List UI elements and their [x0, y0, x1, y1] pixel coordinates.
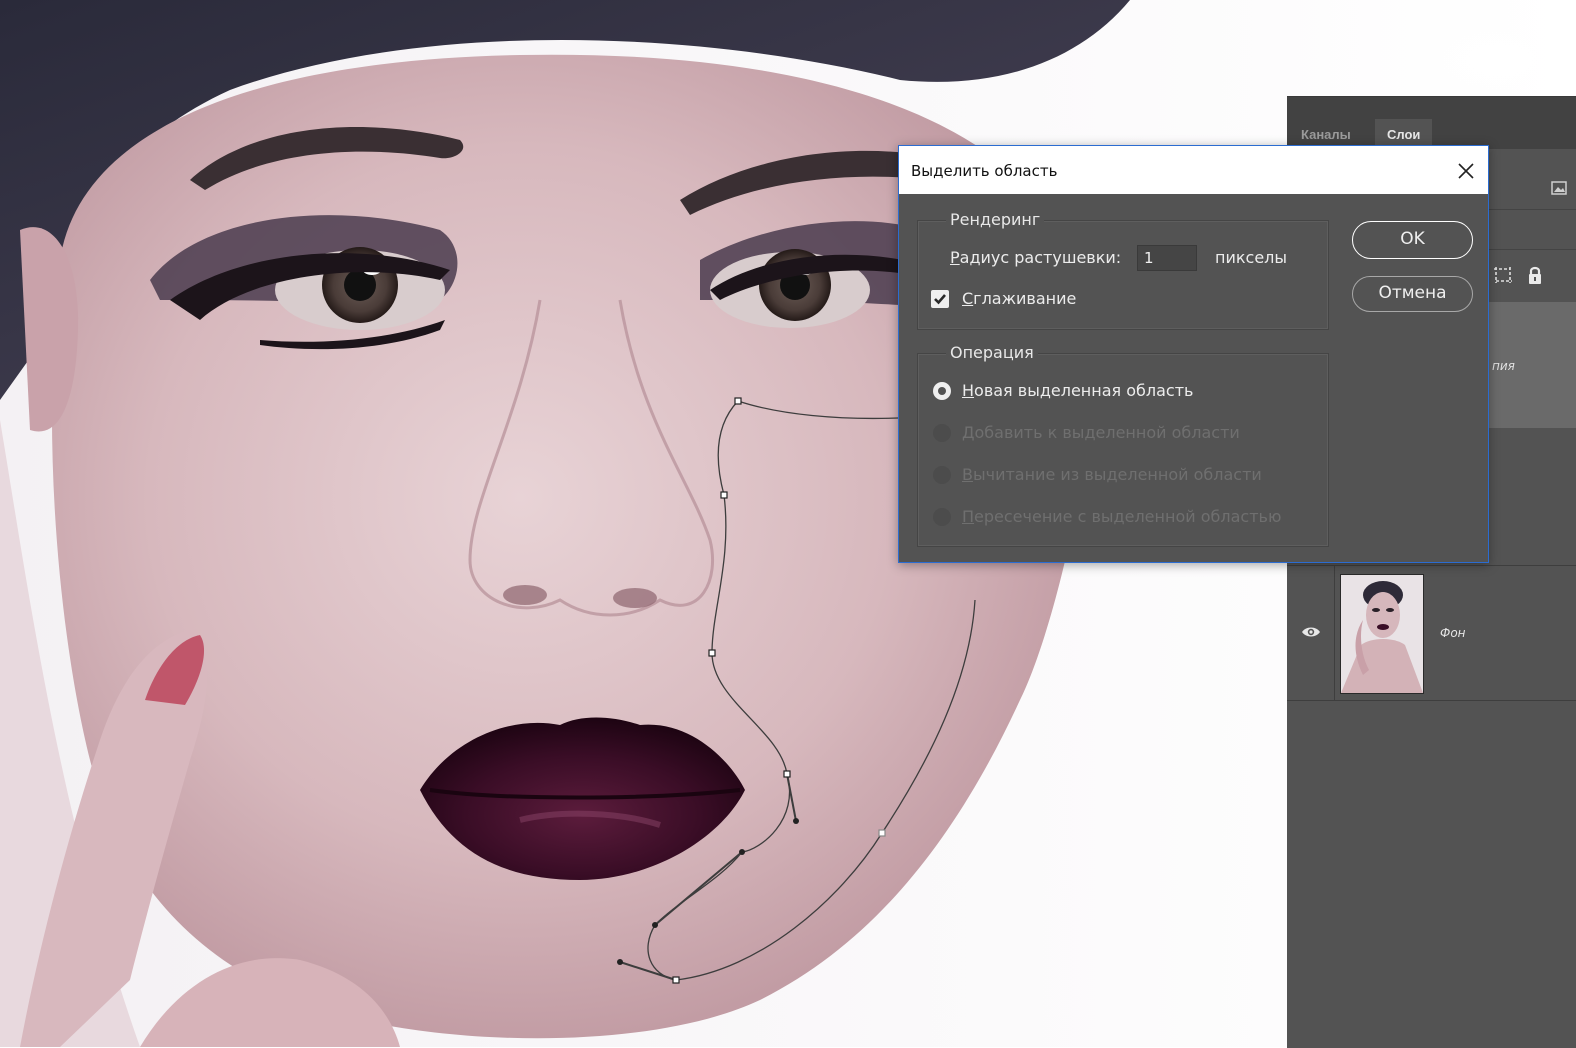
- make-selection-dialog: Выделить область Рендеринг Радиус растуш…: [898, 145, 1489, 563]
- close-icon[interactable]: [1453, 158, 1479, 184]
- option-new-selection[interactable]: Новая выделенная область: [962, 381, 1193, 400]
- option-intersect-selection[interactable]: Пересечение с выделенной областью: [962, 507, 1281, 526]
- option-add-selection[interactable]: Добавить к выделенной области: [962, 423, 1240, 442]
- option-subtract-selection[interactable]: Вычитание из выделенной области: [962, 465, 1262, 484]
- tab-channels[interactable]: Каналы: [1301, 127, 1351, 142]
- radio-new-selection[interactable]: [933, 382, 951, 400]
- rendering-group-label: Рендеринг: [946, 210, 1045, 229]
- feather-radius-label: Радиус растушевки:: [950, 248, 1122, 267]
- radio-add-selection[interactable]: [933, 424, 951, 442]
- dialog-titlebar[interactable]: Выделить область: [899, 146, 1488, 194]
- image-filter-icon[interactable]: [1551, 181, 1567, 195]
- rendering-group: [917, 220, 1329, 330]
- dialog-title: Выделить область: [911, 162, 1058, 180]
- radio-subtract-selection[interactable]: [933, 466, 951, 484]
- layer-background-row[interactable]: Фон: [1287, 565, 1576, 701]
- ok-button[interactable]: OK: [1352, 221, 1473, 259]
- layer-background-name: Фон: [1440, 626, 1466, 640]
- checkmark-icon: [934, 294, 946, 305]
- radio-intersect-selection[interactable]: [933, 508, 951, 526]
- antialias-label[interactable]: Сглаживание: [962, 289, 1076, 308]
- layer-copy-name: пия: [1492, 359, 1515, 373]
- feather-radius-unit: пикселы: [1215, 248, 1288, 267]
- operation-group-label: Операция: [946, 343, 1038, 362]
- antialias-checkbox[interactable]: [931, 290, 949, 308]
- artboard-lock-icon[interactable]: [1492, 265, 1514, 285]
- panel-tabbar: Каналы Слои: [1287, 97, 1576, 149]
- thumbnail-portrait: [1341, 575, 1423, 693]
- layer-thumbnail: [1340, 574, 1424, 694]
- feather-radius-input[interactable]: [1137, 245, 1197, 271]
- lock-icon[interactable]: [1527, 265, 1543, 285]
- cancel-button[interactable]: Отмена: [1352, 276, 1473, 312]
- layer-divider: [1334, 566, 1335, 700]
- visibility-eye-icon[interactable]: [1301, 626, 1321, 638]
